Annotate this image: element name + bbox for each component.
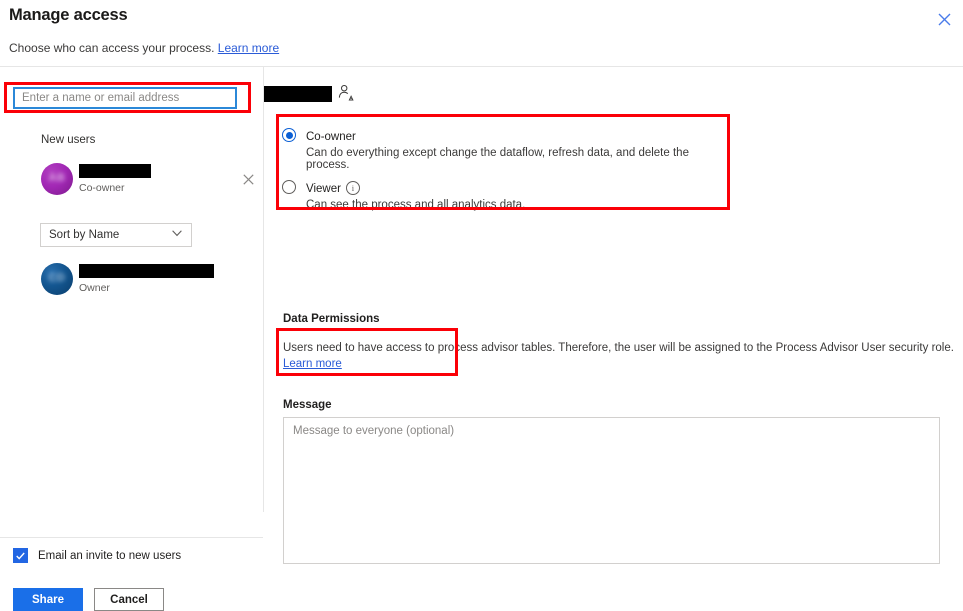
- data-permissions-title: Data Permissions: [283, 313, 380, 325]
- header-learn-more-link[interactable]: Learn more: [218, 41, 279, 55]
- right-pane: Co-owner Can do everything except change…: [264, 67, 963, 564]
- chevron-down-icon: [172, 229, 182, 240]
- data-permissions-learn-more-link[interactable]: Learn more: [283, 358, 342, 370]
- permission-options-group: Co-owner Can do everything except change…: [278, 119, 726, 217]
- email-invite-checkbox[interactable]: Email an invite to new users: [13, 548, 181, 563]
- info-icon[interactable]: i: [345, 181, 360, 195]
- avatar: CD: [41, 263, 73, 295]
- dialog-subtitle: Choose who can access your process. Lear…: [9, 41, 279, 55]
- subtitle-text: Choose who can access your process.: [9, 41, 215, 55]
- permission-option-co-owner[interactable]: Co-owner Can do everything except change…: [278, 127, 726, 171]
- permission-description: Can do everything except change the data…: [306, 147, 689, 171]
- page-title: Manage access: [9, 6, 128, 24]
- permission-label: Co-owner: [306, 131, 356, 143]
- checkmark-icon: [13, 548, 28, 563]
- left-pane: New users AB Co-owner Sort by Name CD ) …: [0, 67, 263, 611]
- new-users-label: New users: [41, 134, 96, 146]
- avatar-initials: AB: [48, 172, 66, 184]
- permission-option-viewer[interactable]: Viewer i Can see the process and all anal…: [278, 179, 726, 211]
- radio-viewer[interactable]: [282, 180, 296, 194]
- permission-label: Viewer: [306, 183, 341, 195]
- message-input[interactable]: [283, 417, 940, 564]
- dialog-button-row: Share Cancel: [13, 588, 164, 611]
- data-permissions-body: Users need to have access to process adv…: [283, 342, 954, 354]
- sort-dropdown-value: Sort by Name: [49, 229, 120, 241]
- dialog-header: Manage access Choose who can access your…: [0, 0, 963, 67]
- data-permissions-text: Users need to have access to process adv…: [283, 340, 959, 372]
- list-item[interactable]: AB Co-owner: [41, 163, 256, 203]
- user-name-redacted: [79, 264, 214, 278]
- user-role-label: Co-owner: [79, 182, 125, 194]
- search-input[interactable]: [13, 87, 237, 109]
- user-name-tail: ): [209, 264, 213, 276]
- user-name-redacted: [79, 164, 151, 178]
- radio-co-owner[interactable]: [282, 128, 296, 142]
- sort-dropdown[interactable]: Sort by Name: [40, 223, 192, 247]
- selected-user-name-redacted: [264, 86, 332, 102]
- avatar-initials: CD: [48, 272, 66, 284]
- message-label: Message: [283, 399, 332, 411]
- list-item[interactable]: CD ) Owner: [41, 263, 256, 303]
- person-permission-icon: [338, 84, 356, 102]
- close-icon[interactable]: [931, 6, 957, 32]
- permission-description: Can see the process and all analytics da…: [306, 199, 526, 211]
- avatar: AB: [41, 163, 73, 195]
- close-icon[interactable]: [238, 169, 258, 189]
- share-button[interactable]: Share: [13, 588, 83, 611]
- user-role-label: Owner: [79, 282, 110, 294]
- footer-divider: [0, 537, 263, 538]
- cancel-button[interactable]: Cancel: [94, 588, 164, 611]
- email-invite-label: Email an invite to new users: [38, 549, 182, 562]
